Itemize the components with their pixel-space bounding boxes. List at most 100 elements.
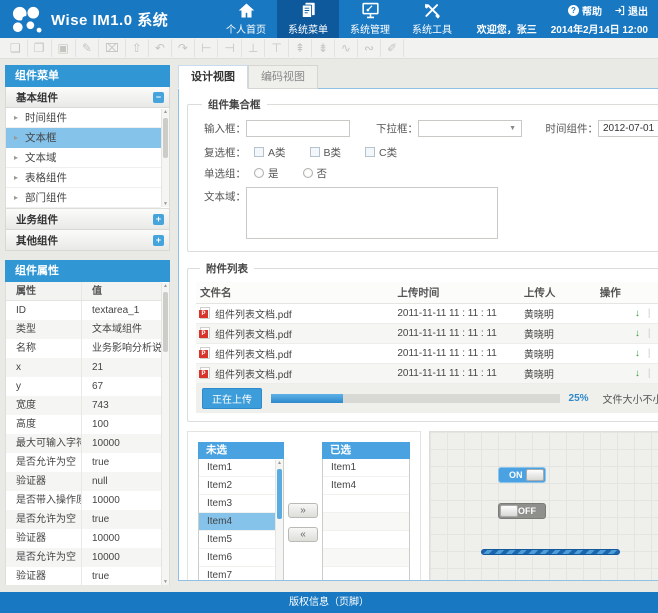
- list-item[interactable]: Item3: [199, 495, 276, 513]
- tab-code-view[interactable]: 编码视图: [248, 65, 318, 89]
- file-name[interactable]: 组件列表文档.pdf: [215, 366, 292, 381]
- help-button[interactable]: ?帮助: [568, 3, 602, 18]
- text-input[interactable]: [246, 120, 350, 137]
- upload-time: 2011-11-11 11 : 11 : 11: [393, 363, 520, 383]
- radio-option-yes[interactable]: 是: [254, 166, 279, 181]
- list-item[interactable]: Item1: [199, 459, 276, 477]
- nav-item-system-menu[interactable]: 系统菜单: [277, 0, 339, 38]
- open-folder-icon[interactable]: ❐: [28, 39, 52, 57]
- align-top-icon[interactable]: ⊤: [265, 39, 288, 57]
- pdf-icon: [200, 307, 210, 319]
- nav-label: 系统菜单: [288, 21, 328, 36]
- nav-item-system-management[interactable]: 系统管理: [339, 0, 401, 38]
- pen-icon[interactable]: ✐: [381, 39, 404, 57]
- section-other-components[interactable]: 其他组件 +: [5, 230, 170, 251]
- scrollbar-thumb[interactable]: [163, 292, 168, 352]
- delete-icon[interactable]: ⌧: [99, 39, 126, 57]
- menu-item-department-component[interactable]: 部门组件: [6, 188, 161, 208]
- toggle-knob[interactable]: [526, 469, 544, 481]
- download-icon[interactable]: ↓: [635, 348, 640, 359]
- welcome-text: 欢迎您，张三: [477, 21, 537, 36]
- list-item-selected[interactable]: Item4: [199, 513, 276, 531]
- download-icon[interactable]: ↓: [635, 308, 640, 319]
- uploading-button[interactable]: 正在上传: [202, 388, 262, 409]
- undo-icon[interactable]: ↶: [149, 39, 172, 57]
- radio-icon[interactable]: [303, 168, 313, 178]
- checkbox-icon[interactable]: [254, 147, 264, 157]
- checkbox-option-a[interactable]: A类: [254, 145, 286, 160]
- menu-scrollbar[interactable]: [161, 109, 169, 207]
- page-down-icon[interactable]: ⇟: [312, 39, 335, 57]
- curve-alt-icon[interactable]: ∾: [358, 39, 381, 57]
- tab-design-view[interactable]: 设计视图: [178, 65, 248, 89]
- upload-icon[interactable]: ⇧: [126, 39, 149, 57]
- uploader: 黄晓明: [520, 303, 596, 323]
- pdf-icon: [200, 347, 210, 359]
- dropdown-select[interactable]: [418, 120, 522, 137]
- align-bottom-icon[interactable]: ⊥: [242, 39, 265, 57]
- section-basic-components[interactable]: 基本组件 −: [5, 87, 170, 108]
- list-item[interactable]: Item4: [323, 477, 409, 495]
- menu-item-time-component[interactable]: 时间组件: [6, 108, 161, 128]
- file-name[interactable]: 组件列表文档.pdf: [215, 346, 292, 361]
- move-right-button[interactable]: »: [288, 503, 318, 518]
- menu-item-textarea[interactable]: 文本域: [6, 148, 161, 168]
- menu-item-textbox[interactable]: 文本框: [6, 128, 161, 148]
- uploader: 黄晓明: [520, 323, 596, 343]
- pdf-icon: [200, 367, 210, 379]
- table-row: 名称业务影响分析说明: [6, 339, 161, 358]
- view-tabs: 设计视图 编码视图: [178, 65, 658, 89]
- list-item[interactable]: Item5: [199, 531, 276, 549]
- list-item[interactable]: Item2: [199, 477, 276, 495]
- file-name[interactable]: 组件列表文档.pdf: [215, 306, 292, 321]
- list-item[interactable]: Item7: [199, 567, 276, 582]
- table-row: 组件列表文档.pdf 2011-11-11 11 : 11 : 11 黄晓明 ↓…: [196, 343, 658, 363]
- toggle-off-label: OFF: [518, 506, 536, 516]
- menu-item-table-component[interactable]: 表格组件: [6, 168, 161, 188]
- props-table-header: 属性 值: [6, 282, 161, 301]
- move-left-button[interactable]: «: [288, 527, 318, 542]
- align-right-icon[interactable]: ⊣: [218, 39, 241, 57]
- list-item[interactable]: Item1: [323, 459, 409, 477]
- nav-item-personal-home[interactable]: 个人首页: [215, 0, 277, 38]
- progress-bar: [271, 394, 560, 403]
- date-input[interactable]: [603, 123, 658, 134]
- collapse-icon[interactable]: −: [153, 92, 164, 103]
- app-title: Wise IM1.0 系统: [51, 9, 168, 30]
- home-icon: [237, 2, 256, 19]
- nav-item-system-tools[interactable]: 系统工具: [401, 0, 463, 38]
- page-footer: 版权信息（页脚）: [0, 592, 658, 613]
- checkbox-icon[interactable]: [310, 147, 320, 157]
- save-icon[interactable]: ▣: [52, 39, 76, 57]
- curve-icon[interactable]: ∿: [335, 39, 358, 57]
- toggle-knob[interactable]: [500, 505, 518, 517]
- toggle-on[interactable]: ON: [498, 467, 546, 483]
- page-up-icon[interactable]: ⇞: [289, 39, 312, 57]
- textarea-field[interactable]: [246, 187, 498, 239]
- toolbar: ❏ ❐ ▣ ✎ ⌧ ⇧ ↶ ↷ ⊢ ⊣ ⊥ ⊤ ⇞ ⇟ ∿ ∾ ✐: [0, 38, 658, 59]
- edit-icon[interactable]: ✎: [76, 39, 99, 57]
- checkbox-option-b[interactable]: B类: [310, 145, 342, 160]
- props-scrollbar[interactable]: [161, 283, 169, 585]
- checkbox-icon[interactable]: [365, 147, 375, 157]
- section-business-components[interactable]: 业务组件 +: [5, 209, 170, 230]
- radio-icon[interactable]: [254, 168, 264, 178]
- scrollbar-thumb[interactable]: [277, 469, 282, 519]
- radio-option-no[interactable]: 否: [303, 166, 328, 181]
- redo-icon[interactable]: ↷: [172, 39, 195, 57]
- section-label: 其他组件: [16, 233, 58, 248]
- checkbox-option-c[interactable]: C类: [365, 145, 397, 160]
- toggle-off[interactable]: OFF: [498, 503, 546, 519]
- expand-icon[interactable]: +: [153, 214, 164, 225]
- file-name[interactable]: 组件列表文档.pdf: [215, 326, 292, 341]
- logout-button[interactable]: 退出: [614, 3, 648, 18]
- list-scrollbar[interactable]: [275, 460, 283, 582]
- expand-icon[interactable]: +: [153, 235, 164, 246]
- download-icon[interactable]: ↓: [635, 328, 640, 339]
- list-item[interactable]: Item6: [199, 549, 276, 567]
- new-file-icon[interactable]: ❏: [4, 39, 28, 57]
- download-icon[interactable]: ↓: [635, 368, 640, 379]
- design-canvas: 组件集合框 输入框： 下拉框： 时间组件： 复选框： A类 B类: [178, 88, 658, 581]
- align-left-icon[interactable]: ⊢: [195, 39, 218, 57]
- scrollbar-thumb[interactable]: [163, 118, 168, 158]
